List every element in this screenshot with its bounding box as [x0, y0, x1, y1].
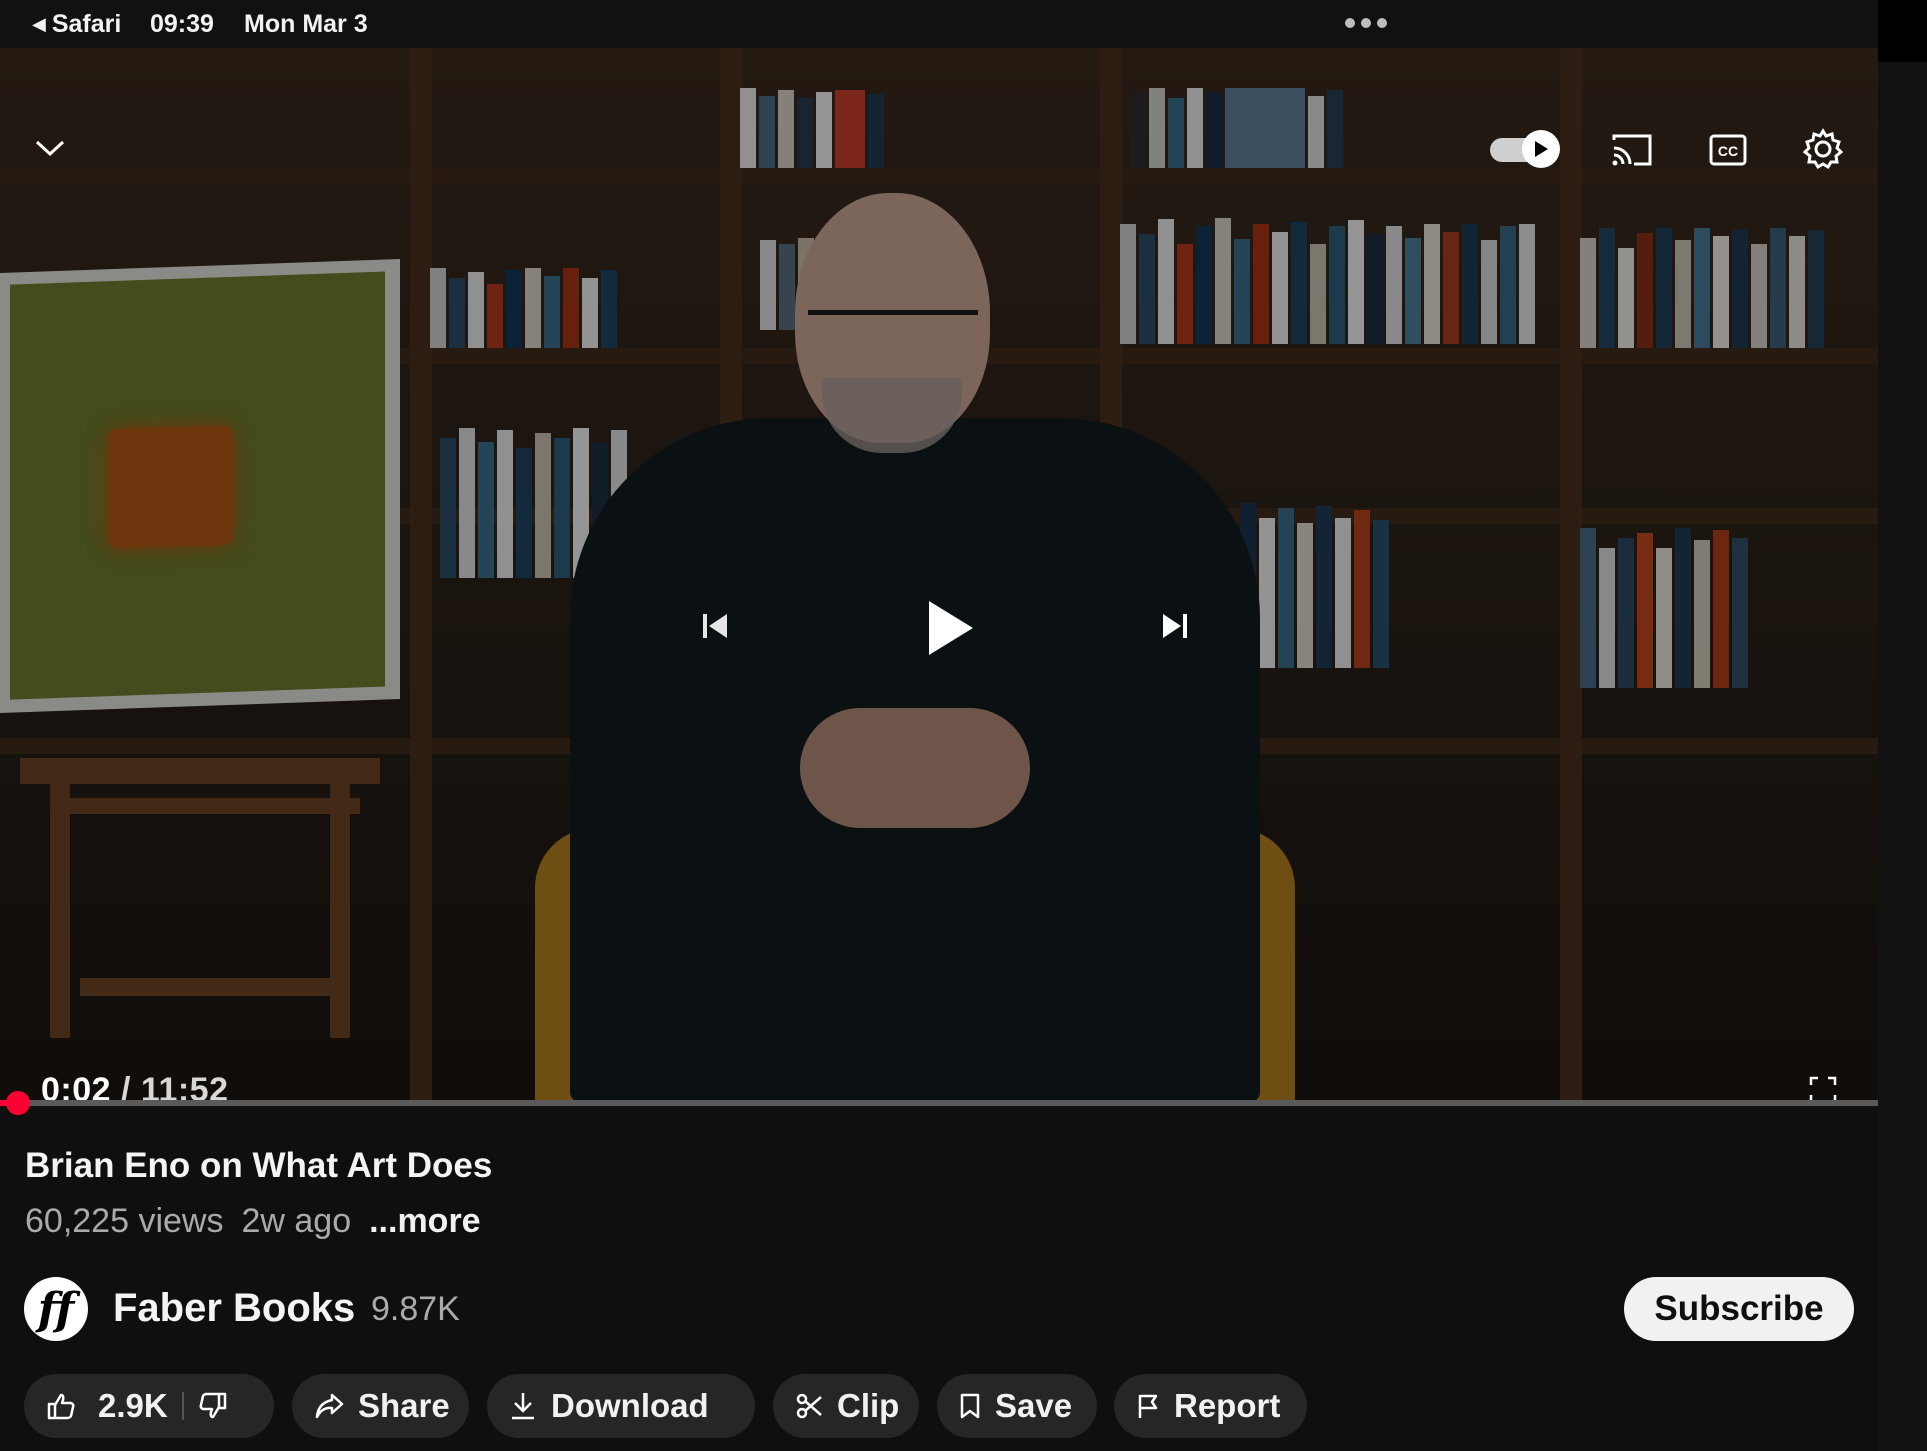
flag-icon [1138, 1394, 1158, 1418]
cast-icon [1612, 134, 1652, 166]
status-date: Mon Mar 3 [244, 10, 368, 38]
scissors-icon [796, 1393, 822, 1419]
autoplay-toggle[interactable] [1490, 130, 1560, 168]
clip-button[interactable]: Clip [773, 1374, 919, 1438]
video-meta: 60,225 views 2w ago ...more [25, 1202, 481, 1241]
share-label: Share [358, 1387, 450, 1424]
channel-avatar[interactable]: ff [24, 1277, 88, 1341]
scrubber-handle[interactable] [6, 1091, 30, 1115]
channel-avatar-logo: ff [37, 1283, 75, 1335]
chevron-down-icon [35, 140, 65, 157]
channel-name[interactable]: Faber Books [113, 1286, 355, 1331]
play-button[interactable] [910, 588, 990, 668]
app-window: ◀ Safari 09:39 Mon Mar 3 CC 0:02 / 11:52… [0, 0, 1878, 1451]
fullscreen-button[interactable] [1806, 1073, 1840, 1102]
previous-button[interactable] [690, 601, 740, 651]
report-label: Report [1174, 1387, 1281, 1424]
download-button[interactable]: Download [487, 1374, 755, 1438]
progress-bar[interactable] [0, 1091, 1878, 1115]
download-icon [512, 1393, 534, 1420]
more-description-link[interactable]: ...more [369, 1202, 480, 1241]
more-dots-icon[interactable] [1345, 18, 1387, 28]
video-title[interactable]: Brian Eno on What Art Does [25, 1146, 492, 1186]
next-icon [1163, 614, 1187, 638]
time-separator: / [111, 1071, 141, 1102]
autoplay-toggle-icon [1535, 141, 1548, 157]
like-dislike-group: 2.9K [24, 1374, 274, 1438]
view-count: 60,225 views [25, 1202, 224, 1240]
back-arrow-icon: ◀ [32, 14, 46, 34]
clip-label: Clip [837, 1387, 900, 1424]
dislike-button[interactable] [198, 1391, 228, 1421]
status-bar: ◀ Safari 09:39 Mon Mar 3 [0, 0, 1878, 48]
save-label: Save [995, 1387, 1073, 1424]
fullscreen-icon [1809, 1076, 1837, 1102]
subscribe-button[interactable]: Subscribe [1624, 1277, 1854, 1341]
thumbs-up-icon [47, 1393, 75, 1420]
time-display: 0:02 / 11:52 [41, 1071, 229, 1102]
bookmark-icon [960, 1393, 980, 1419]
minimize-button[interactable] [30, 128, 70, 168]
like-button[interactable]: 2.9K [46, 1387, 168, 1425]
download-label: Download [551, 1387, 709, 1424]
subscriber-count: 9.87K [371, 1290, 460, 1328]
share-arrow-icon [315, 1393, 344, 1419]
previous-icon [703, 614, 727, 638]
video-player[interactable]: CC 0:02 / 11:52 [0, 48, 1878, 1102]
next-button[interactable] [1150, 601, 1200, 651]
svg-text:CC: CC [1718, 143, 1738, 159]
like-divider [181, 1392, 184, 1420]
share-button[interactable]: Share [292, 1374, 469, 1438]
report-button[interactable]: Report [1114, 1374, 1307, 1438]
back-label: Safari [51, 10, 122, 38]
play-icon [929, 601, 973, 655]
settings-gear-icon [1802, 128, 1844, 170]
like-count: 2.9K [98, 1387, 168, 1424]
thumbs-down-icon [199, 1392, 226, 1419]
back-to-safari-button[interactable]: ◀ Safari [32, 10, 121, 39]
upload-age: 2w ago [241, 1202, 352, 1240]
save-button[interactable]: Save [937, 1374, 1097, 1438]
side-margin [1878, 0, 1927, 1451]
cc-icon: CC [1709, 134, 1747, 166]
status-time: 09:39 [150, 10, 214, 38]
current-time: 0:02 [41, 1071, 112, 1102]
cast-button[interactable] [1608, 128, 1656, 172]
captions-button[interactable]: CC [1705, 128, 1751, 172]
settings-button[interactable] [1800, 126, 1846, 172]
duration: 11:52 [140, 1071, 229, 1102]
